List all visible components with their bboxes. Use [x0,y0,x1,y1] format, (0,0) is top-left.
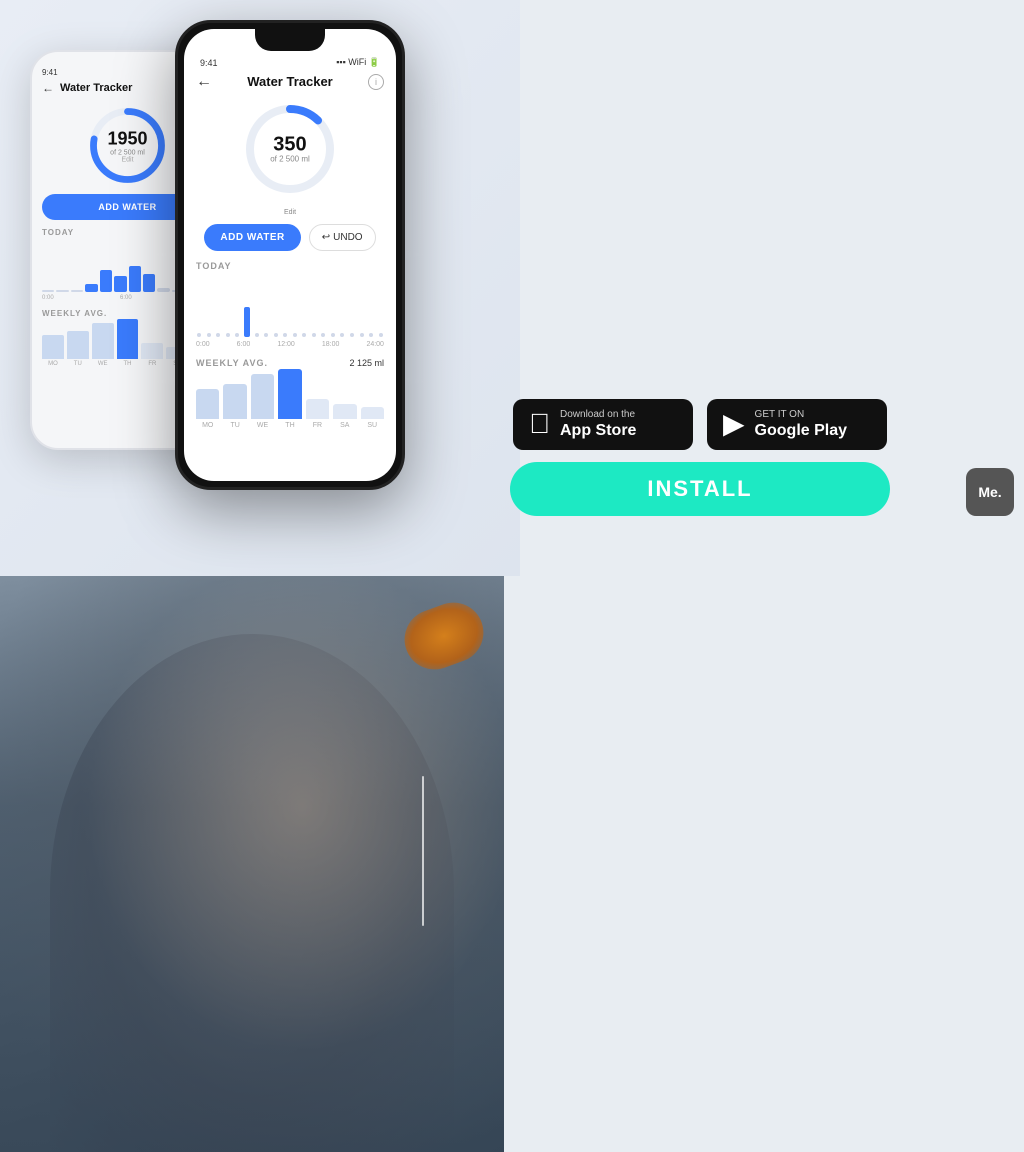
status-bar: 9:41 ▪▪▪ WiFi 🔋 [196,57,384,68]
undo-label: UNDO [333,232,362,243]
screen-title: Water Tracker [247,74,333,89]
google-play-label: GET IT ON [755,409,847,421]
today-chart [196,277,384,337]
today-label: TODAY [196,261,232,271]
back-edit-label[interactable]: Edit [107,156,147,163]
google-play-name: Google Play [755,421,847,440]
phone-screen: 9:41 ▪▪▪ WiFi 🔋 ← Water Tracker i 350 [184,29,396,481]
weekly-header: WEEKLY AVG. 2 125 ml [196,358,384,368]
store-buttons:  Download on the App Store ▶ GET IT ON … [513,399,887,450]
cta-area:  Download on the App Store ▶ GET IT ON … [510,399,890,516]
undo-icon: ↩ [322,232,330,243]
back-circle-progress: 1950 of 2 500 ml Edit [85,103,170,188]
phones-container: 9:41 ← Water Tracker 1950 of 2 500 ml Ed… [20,10,470,570]
add-water-button[interactable]: ADD WATER [204,224,300,251]
weekly-label: WEEKLY AVG. [196,358,268,368]
undo-button[interactable]: ↩ UNDO [309,224,376,251]
right-background [0,576,504,1152]
action-buttons: ADD WATER ↩ UNDO [204,224,375,251]
signal-icons: ▪▪▪ WiFi 🔋 [336,57,380,68]
weekly-bar-chart: MO TU WE TH FR SA SU [196,374,384,429]
water-amount: 350 [270,135,310,155]
me-badge[interactable]: Me. [966,468,1014,516]
circle-progress: 350 of 2 500 ml [240,99,340,199]
app-store-label: Download on the [560,409,636,421]
app-store-button[interactable]:  Download on the App Store [513,399,693,450]
back-arrow-icon[interactable]: ← [196,73,212,91]
apple-icon:  [529,410,550,438]
phone-front: 9:41 ▪▪▪ WiFi 🔋 ← Water Tracker i 350 [175,20,405,490]
weekly-value: 2 125 ml [349,358,384,368]
screen-header: ← Water Tracker i [196,74,384,89]
google-play-icon: ▶ [723,410,745,438]
app-store-name: App Store [560,421,636,440]
water-unit: of 2 500 ml [270,155,310,164]
phone-notch [255,29,325,51]
chart-time-labels: 0:006:0012:0018:0024:00 [196,341,384,348]
back-phone-title: Water Tracker [60,82,132,94]
back-water-unit: of 2 500 ml [107,149,147,156]
phone-time: 9:41 [200,58,218,68]
edit-label[interactable]: Edit [284,209,296,216]
google-play-button[interactable]: ▶ GET IT ON Google Play [707,399,887,450]
info-icon[interactable]: i [368,74,384,90]
back-water-amount: 1950 [107,128,147,149]
install-button[interactable]: INSTALL [510,462,890,516]
